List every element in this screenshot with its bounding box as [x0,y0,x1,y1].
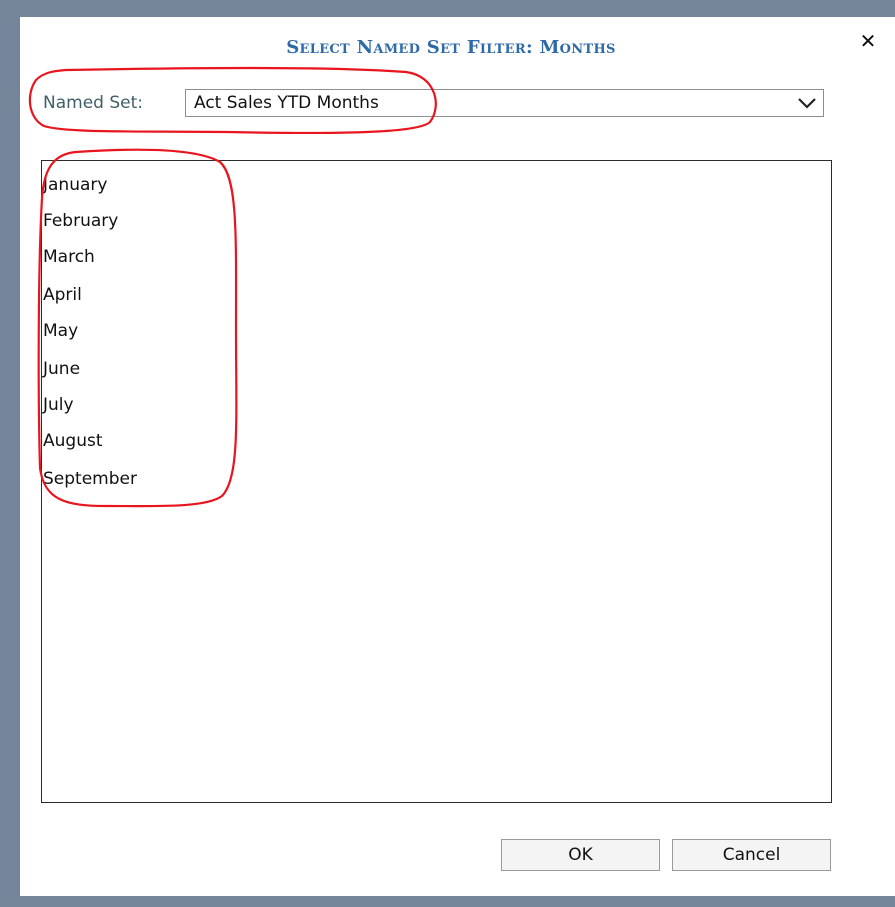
members-list[interactable]: January February March April May June Ju… [41,160,832,803]
list-item[interactable]: July [43,394,74,416]
chevron-down-icon [798,98,816,109]
named-set-selected-value: Act Sales YTD Months [194,93,379,113]
close-icon[interactable]: ✕ [856,29,880,53]
named-set-label: Named Set: [43,93,143,113]
list-item[interactable]: February [43,210,118,232]
list-item[interactable]: May [43,320,78,342]
list-item[interactable]: April [43,284,82,306]
named-set-filter-dialog: Select Named Set Filter: Months ✕ Named … [20,17,895,896]
cancel-button[interactable]: Cancel [672,839,831,871]
list-item[interactable]: March [43,246,95,268]
ok-button[interactable]: OK [501,839,660,871]
dialog-title: Select Named Set Filter: Months [286,37,616,58]
list-item[interactable]: September [43,468,137,490]
named-set-dropdown[interactable]: Act Sales YTD Months [185,89,824,117]
list-item[interactable]: August [43,430,103,452]
list-item[interactable]: January [43,174,107,196]
list-item[interactable]: June [43,358,80,380]
